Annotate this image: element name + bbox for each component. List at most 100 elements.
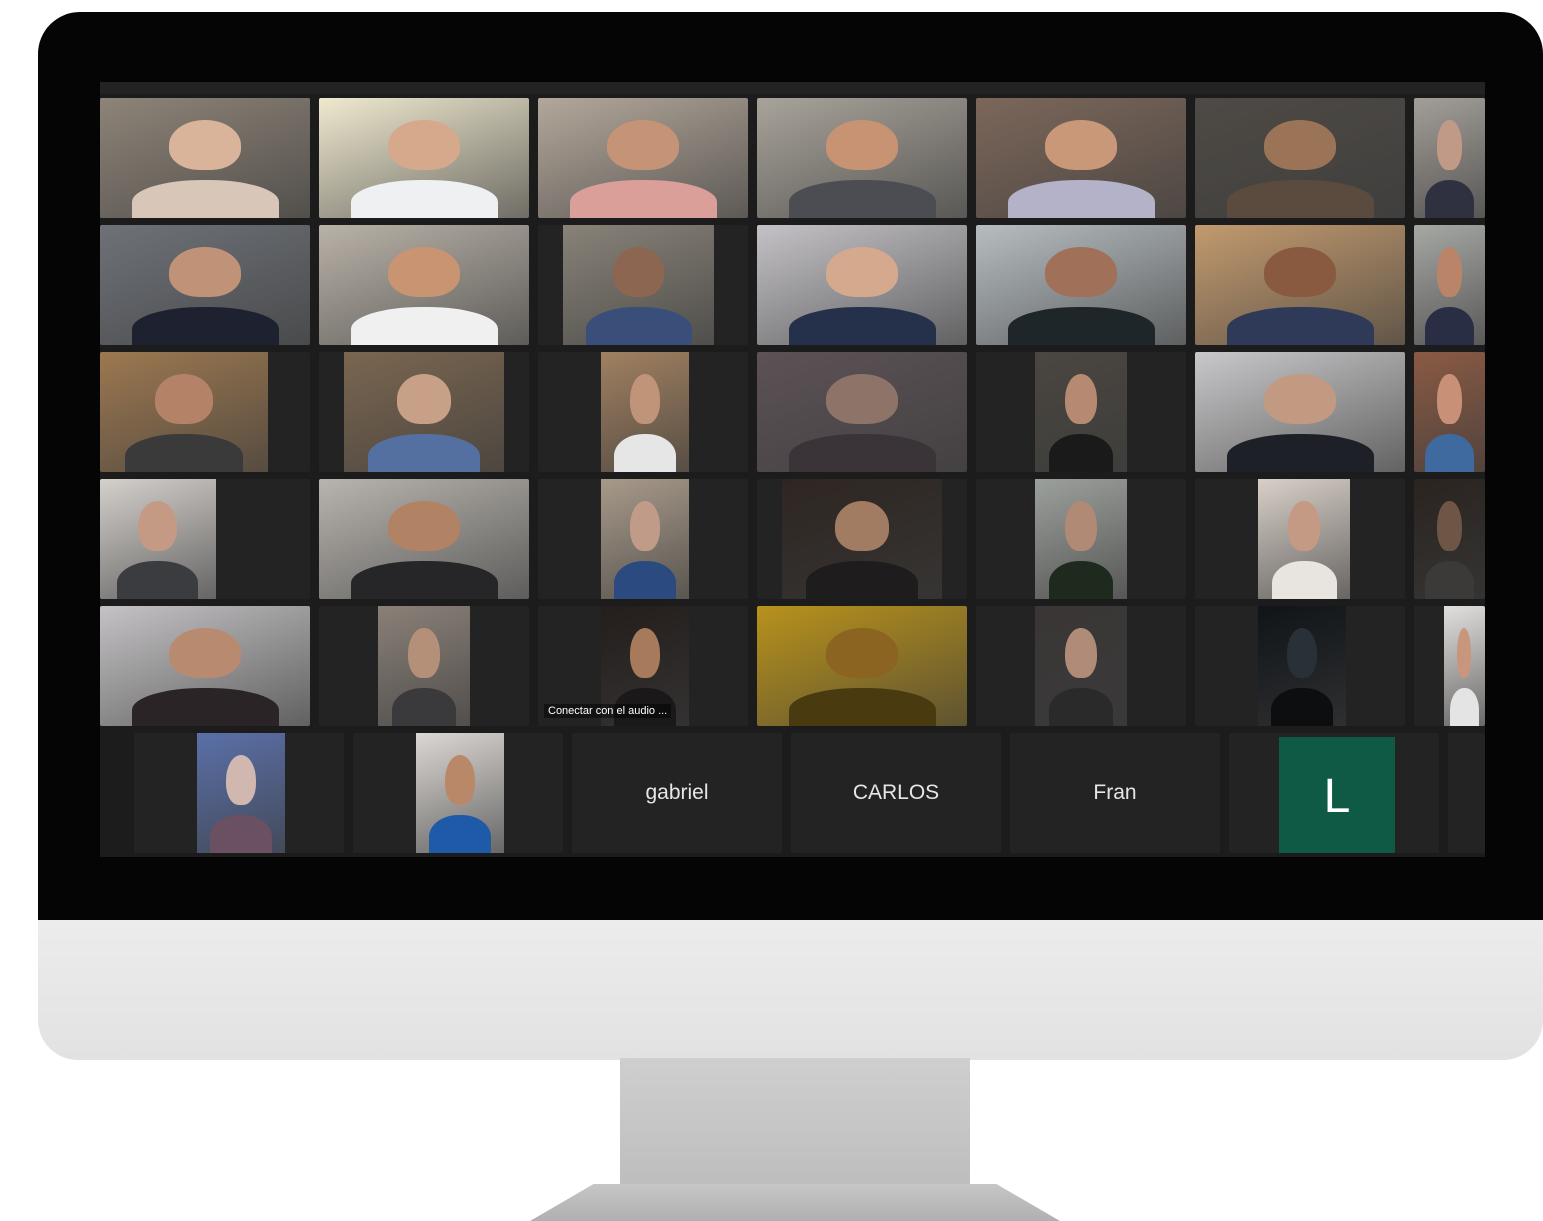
participant-name: gabriel <box>645 781 709 804</box>
participant-video <box>976 98 1186 218</box>
participant-video <box>100 606 310 726</box>
participant-video-tile[interactable] <box>319 479 529 599</box>
participant-name-tile[interactable]: CARLOS <box>791 733 1001 853</box>
participant-video-tile[interactable] <box>1195 225 1405 345</box>
participant-face <box>826 627 898 678</box>
participant-video-tile[interactable] <box>976 98 1186 218</box>
participant-video-tile[interactable]: Conectar con el audio ... <box>538 606 748 726</box>
participant-video-tile[interactable] <box>538 352 748 472</box>
participant-video-tile[interactable] <box>319 98 529 218</box>
participant-face <box>1264 246 1336 297</box>
participant-video <box>100 98 310 218</box>
participant-face <box>826 119 898 170</box>
participant-body <box>350 306 498 345</box>
participant-video-tile[interactable] <box>1414 352 1485 472</box>
participant-face <box>630 373 661 424</box>
participant-video-tile[interactable] <box>353 733 563 853</box>
participant-face <box>1065 373 1097 424</box>
participant-face <box>826 246 898 297</box>
participant-video <box>344 352 504 472</box>
participant-video-tile[interactable] <box>976 352 1186 472</box>
participant-face <box>388 119 460 170</box>
participant-video-tile[interactable] <box>757 352 967 472</box>
participant-video-tile[interactable] <box>538 98 748 218</box>
participant-body <box>1226 306 1374 345</box>
participant-video <box>601 479 690 599</box>
participant-video <box>100 352 268 472</box>
participant-body <box>614 433 676 472</box>
participant-body <box>350 179 498 218</box>
participant-video <box>563 225 715 345</box>
participant-video-tile[interactable] <box>538 479 748 599</box>
participant-video-tile[interactable] <box>1414 606 1485 726</box>
participant-video-tile[interactable] <box>319 225 529 345</box>
participant-body <box>125 433 243 472</box>
participant-body <box>788 306 936 345</box>
participant-video-tile[interactable] <box>319 352 529 472</box>
participant-body <box>117 560 199 599</box>
participant-face <box>630 500 661 551</box>
participant-body <box>1007 306 1155 345</box>
participant-video-tile[interactable] <box>976 606 1186 726</box>
participant-name: CARLOS <box>852 781 940 804</box>
participant-video-tile[interactable] <box>100 352 310 472</box>
participant-video <box>1414 479 1485 599</box>
participant-face <box>607 119 679 170</box>
participant-video <box>538 98 748 218</box>
participant-body <box>368 433 480 472</box>
participant-face <box>169 119 241 170</box>
participant-body <box>788 433 936 472</box>
participant-video <box>416 733 505 853</box>
participant-face <box>1065 627 1097 678</box>
participant-video <box>757 352 967 472</box>
participant-video-tile[interactable] <box>1195 352 1405 472</box>
participant-body <box>1449 687 1479 726</box>
participant-body <box>210 814 272 853</box>
participant-video-tile[interactable] <box>757 98 967 218</box>
participant-video-tile[interactable] <box>319 606 529 726</box>
participant-body <box>1226 179 1374 218</box>
participant-video-tile[interactable] <box>538 225 748 345</box>
participant-face <box>1288 500 1320 551</box>
participant-video-tile[interactable] <box>1195 98 1405 218</box>
participant-name-tile[interactable]: gabriel <box>572 733 782 853</box>
participant-face <box>1264 373 1336 424</box>
participant-video <box>100 479 216 599</box>
participant-video-tile[interactable] <box>134 733 344 853</box>
participant-face <box>388 500 460 551</box>
monitor-foot <box>530 1184 1060 1221</box>
participant-video-tile[interactable] <box>1414 98 1485 218</box>
participant-body <box>614 560 676 599</box>
connect-audio-notice[interactable]: Conectar con el audio ... <box>544 704 672 718</box>
participant-body <box>131 179 279 218</box>
participant-video-tile[interactable] <box>976 225 1186 345</box>
participant-video-tile[interactable] <box>1195 479 1405 599</box>
participant-video-tile[interactable] <box>976 479 1186 599</box>
participant-video-tile[interactable] <box>757 606 967 726</box>
participant-body <box>569 179 717 218</box>
participant-video-tile[interactable] <box>100 606 310 726</box>
participant-face <box>226 754 257 805</box>
participant-video <box>601 352 690 472</box>
participant-body <box>1424 179 1475 218</box>
participant-video-tile[interactable] <box>757 225 967 345</box>
participant-video-tile[interactable] <box>100 225 310 345</box>
participant-name-tile[interactable]: Fran <box>1010 733 1220 853</box>
participant-video-tile[interactable] <box>1195 606 1405 726</box>
participant-video-tile[interactable] <box>757 479 967 599</box>
participant-face <box>1437 246 1462 297</box>
participant-video <box>1034 479 1128 599</box>
participant-avatar-tile[interactable]: L <box>1229 733 1439 853</box>
participant-face <box>826 373 898 424</box>
participant-video-tile[interactable] <box>1414 479 1485 599</box>
participant-video <box>757 225 967 345</box>
participant-video-tile[interactable] <box>100 479 310 599</box>
participant-video-tile[interactable] <box>1414 225 1485 345</box>
participant-video <box>197 733 286 853</box>
participant-video-tile[interactable] <box>100 98 310 218</box>
participant-body <box>585 306 692 345</box>
participant-face <box>1264 119 1336 170</box>
participant-video <box>1258 479 1351 599</box>
participant-body <box>131 306 279 345</box>
participant-video <box>100 225 310 345</box>
